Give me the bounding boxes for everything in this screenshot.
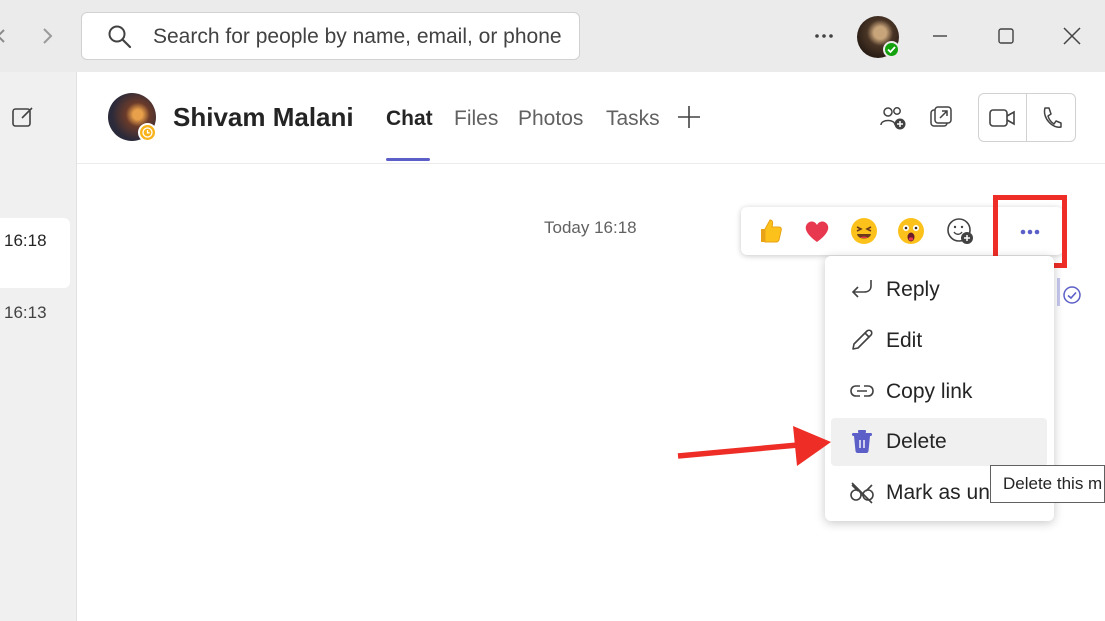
menu-label-mark-as-unread: Mark as un — [886, 481, 990, 504]
tab-chat[interactable]: Chat — [386, 107, 433, 131]
read-receipt-icon — [1062, 285, 1082, 305]
audio-call-icon[interactable] — [1039, 104, 1063, 132]
add-people-icon[interactable] — [879, 104, 909, 132]
chat-list-time: 16:18 — [4, 231, 47, 250]
link-icon — [849, 378, 875, 404]
annotation-arrow — [676, 420, 836, 470]
chat-list-pane — [0, 72, 77, 621]
divider — [1026, 94, 1027, 141]
search-icon — [107, 24, 133, 50]
more-options-icon[interactable] — [812, 22, 836, 50]
menu-label-reply: Reply — [886, 278, 940, 301]
tab-tasks[interactable]: Tasks — [606, 107, 660, 131]
message-bubble-edge[interactable] — [1057, 278, 1060, 306]
back-arrow-icon[interactable] — [0, 22, 12, 50]
menu-label-delete: Delete — [886, 430, 947, 453]
contact-name[interactable]: Shivam Malani — [173, 102, 354, 133]
chat-list-item-active[interactable] — [0, 218, 70, 288]
menu-label-edit: Edit — [886, 329, 923, 352]
mark-unread-icon — [849, 480, 875, 506]
pencil-icon — [849, 327, 875, 353]
search-placeholder: Search for people by name, email, or pho… — [153, 25, 562, 48]
laughing-face-icon[interactable] — [849, 216, 879, 246]
available-status-icon — [883, 41, 900, 58]
active-tab-indicator — [386, 158, 430, 161]
away-status-icon — [138, 123, 157, 142]
tab-files[interactable]: Files — [454, 107, 498, 131]
pop-out-icon[interactable] — [928, 104, 954, 130]
menu-label-copy-link: Copy link — [886, 380, 973, 403]
add-tab-icon[interactable] — [677, 104, 701, 130]
heart-icon[interactable] — [802, 216, 832, 246]
new-chat-icon[interactable] — [10, 104, 36, 130]
minimize-icon[interactable] — [929, 22, 951, 50]
close-icon[interactable] — [1060, 22, 1084, 50]
surprised-face-icon[interactable] — [896, 216, 926, 246]
trash-icon — [849, 428, 875, 454]
thumbs-up-icon[interactable] — [755, 216, 785, 246]
chat-list-time[interactable]: 16:13 — [4, 303, 47, 323]
tab-photos[interactable]: Photos — [518, 107, 583, 131]
tooltip-text: Delete this m — [1003, 474, 1103, 493]
maximize-icon[interactable] — [995, 22, 1017, 50]
reply-icon — [849, 276, 875, 302]
message-timestamp: Today 16:18 — [544, 218, 637, 237]
forward-arrow-icon[interactable] — [38, 22, 58, 50]
add-reaction-icon[interactable] — [945, 216, 975, 246]
video-call-icon[interactable] — [988, 106, 1016, 130]
